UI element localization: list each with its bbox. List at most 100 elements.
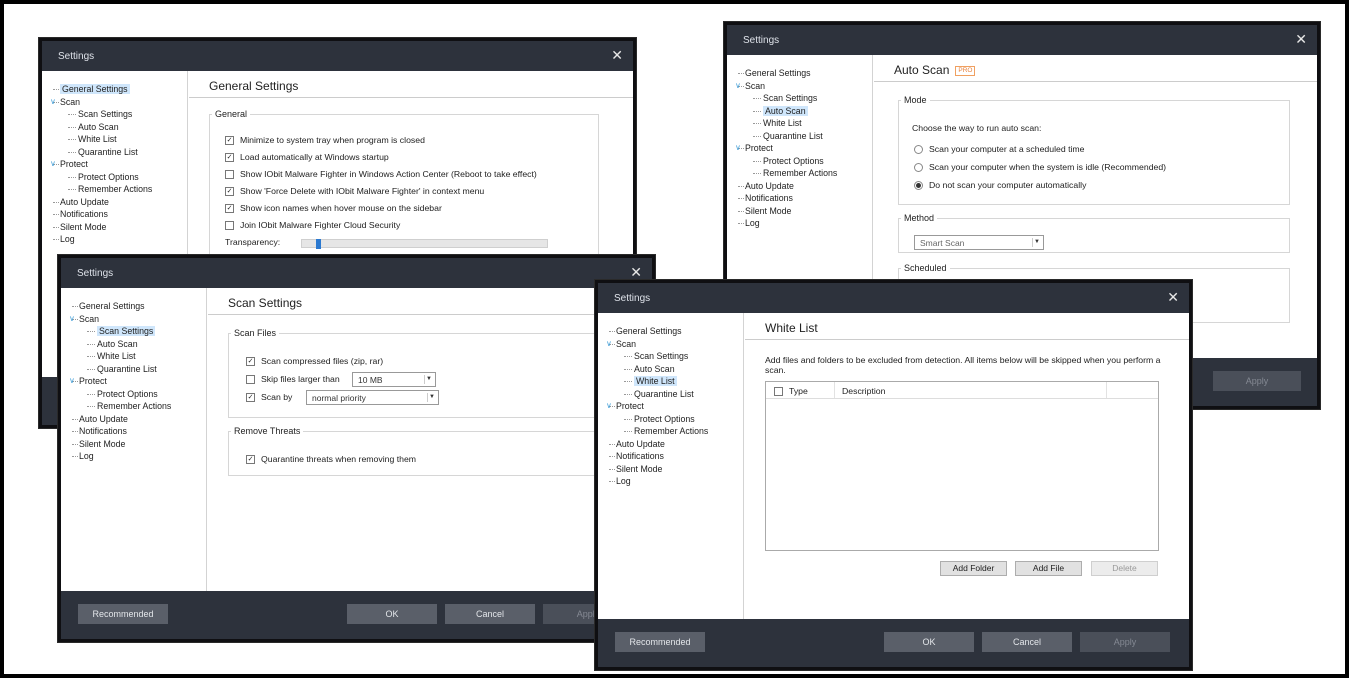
radio-button[interactable]: [914, 144, 923, 154]
checkbox[interactable]: ✓: [246, 392, 255, 402]
column-description[interactable]: Description: [842, 386, 885, 396]
tree-item-remember-actions[interactable]: Remember Actions: [735, 167, 837, 180]
column-type[interactable]: Type: [774, 386, 808, 396]
close-icon[interactable]: ✕: [611, 47, 623, 64]
checkbox[interactable]: [246, 374, 255, 384]
tree-item-auto-scan[interactable]: Auto Scan: [69, 338, 171, 351]
tree-item-quarantine-list[interactable]: Quarantine List: [735, 130, 837, 143]
option-scan-compressed[interactable]: ✓ Scan compressed files (zip, rar): [246, 356, 383, 366]
tree-item-scan[interactable]: ∨ Scan: [735, 80, 837, 93]
chevron-down-icon[interactable]: ∨: [735, 142, 741, 155]
tree-item-auto-update[interactable]: Auto Update: [69, 413, 171, 426]
chevron-down-icon[interactable]: ∨: [606, 338, 612, 351]
tree-item-quarantine-list[interactable]: Quarantine List: [69, 363, 171, 376]
mode-scheduled[interactable]: Scan your computer at a scheduled time: [914, 144, 1085, 154]
recommended-button[interactable]: Recommended: [78, 604, 168, 624]
tree-item-scan[interactable]: ∨ Scan: [69, 313, 171, 326]
tree-item-protect-options[interactable]: Protect Options: [69, 388, 171, 401]
tree-item-remember-actions[interactable]: Remember Actions: [606, 425, 708, 438]
tree-item-auto-update[interactable]: Auto Update: [50, 196, 152, 209]
checkbox[interactable]: ✓: [225, 203, 234, 213]
tree-item-general-settings[interactable]: General Settings: [50, 83, 152, 96]
white-list-table[interactable]: Type Description: [765, 381, 1159, 551]
tree-item-quarantine-list[interactable]: Quarantine List: [606, 388, 708, 401]
recommended-button[interactable]: Recommended: [615, 632, 705, 652]
tree-item-scan[interactable]: ∨ Scan: [606, 338, 708, 351]
close-icon[interactable]: ✕: [1295, 31, 1307, 48]
chevron-down-icon[interactable]: ∨: [50, 96, 56, 109]
option-quarantine-threats[interactable]: ✓ Quarantine threats when removing them: [246, 454, 416, 464]
tree-item-log[interactable]: Log: [735, 217, 837, 230]
cancel-button[interactable]: Cancel: [982, 632, 1072, 652]
tree-item-protect[interactable]: ∨ Protect: [735, 142, 837, 155]
apply-button[interactable]: Apply: [1213, 371, 1301, 391]
tree-item-scan[interactable]: ∨ Scan: [50, 96, 152, 109]
chevron-down-icon[interactable]: ∨: [69, 313, 75, 326]
tree-item-protect[interactable]: ∨ Protect: [50, 158, 152, 171]
select-all-checkbox[interactable]: [774, 386, 783, 396]
ok-button[interactable]: OK: [884, 632, 974, 652]
mode-never[interactable]: Do not scan your computer automatically: [914, 180, 1086, 190]
close-icon[interactable]: ✕: [1167, 289, 1179, 306]
tree-item-scan-settings[interactable]: Scan Settings: [606, 350, 708, 363]
tree-item-notifications[interactable]: Notifications: [69, 425, 171, 438]
tree-item-white-list[interactable]: White List: [69, 350, 171, 363]
checkbox[interactable]: ✓: [246, 454, 255, 464]
tree-item-silent-mode[interactable]: Silent Mode: [69, 438, 171, 451]
method-select[interactable]: Smart Scan ▼: [914, 235, 1044, 250]
option-action-center[interactable]: Show IObit Malware Fighter in Windows Ac…: [225, 169, 537, 179]
mode-idle[interactable]: Scan your computer when the system is id…: [914, 162, 1166, 172]
checkbox[interactable]: [225, 220, 234, 230]
chevron-down-icon[interactable]: ∨: [69, 375, 75, 388]
chevron-down-icon[interactable]: ▼: [424, 375, 433, 384]
delete-button[interactable]: Delete: [1091, 561, 1158, 576]
cancel-button[interactable]: Cancel: [445, 604, 535, 624]
chevron-down-icon[interactable]: ∨: [50, 158, 56, 171]
tree-item-protect[interactable]: ∨ Protect: [606, 400, 708, 413]
tree-item-log[interactable]: Log: [50, 233, 152, 246]
tree-item-log[interactable]: Log: [69, 450, 171, 463]
slider-thumb[interactable]: [316, 239, 321, 249]
option-icon-names[interactable]: ✓ Show icon names when hover mouse on the…: [225, 203, 442, 213]
tree-item-auto-update[interactable]: Auto Update: [735, 180, 837, 193]
tree-item-protect[interactable]: ∨ Protect: [69, 375, 171, 388]
close-icon[interactable]: ✕: [630, 264, 642, 281]
tree-item-white-list[interactable]: White List: [606, 375, 708, 388]
tree-item-silent-mode[interactable]: Silent Mode: [606, 463, 708, 476]
add-file-button[interactable]: Add File: [1015, 561, 1082, 576]
option-skip-larger[interactable]: Skip files larger than: [246, 374, 340, 384]
option-load-at-startup[interactable]: ✓ Load automatically at Windows startup: [225, 152, 389, 162]
tree-item-log[interactable]: Log: [606, 475, 708, 488]
tree-item-remember-actions[interactable]: Remember Actions: [69, 400, 171, 413]
checkbox[interactable]: ✓: [246, 356, 255, 366]
tree-item-scan-settings[interactable]: Scan Settings: [69, 325, 171, 338]
checkbox[interactable]: [225, 169, 234, 179]
chevron-down-icon[interactable]: ▼: [427, 393, 436, 402]
tree-item-auto-scan[interactable]: Auto Scan: [50, 121, 152, 134]
tree-item-scan-settings[interactable]: Scan Settings: [735, 92, 837, 105]
priority-select[interactable]: normal priority ▼: [306, 390, 439, 405]
transparency-slider[interactable]: [301, 239, 548, 249]
checkbox[interactable]: ✓: [225, 135, 234, 145]
ok-button[interactable]: OK: [347, 604, 437, 624]
apply-button[interactable]: Apply: [1080, 632, 1170, 652]
skip-size-select[interactable]: 10 MB ▼: [352, 372, 436, 387]
tree-item-scan-settings[interactable]: Scan Settings: [50, 108, 152, 121]
chevron-down-icon[interactable]: ∨: [606, 400, 612, 413]
tree-item-auto-update[interactable]: Auto Update: [606, 438, 708, 451]
tree-item-remember-actions[interactable]: Remember Actions: [50, 183, 152, 196]
tree-item-silent-mode[interactable]: Silent Mode: [735, 205, 837, 218]
tree-item-protect-options[interactable]: Protect Options: [606, 413, 708, 426]
tree-item-general-settings[interactable]: General Settings: [606, 325, 708, 338]
option-scan-by[interactable]: ✓ Scan by: [246, 392, 292, 402]
radio-button[interactable]: [914, 162, 923, 172]
tree-item-auto-scan[interactable]: Auto Scan: [735, 105, 837, 118]
checkbox[interactable]: ✓: [225, 186, 234, 196]
chevron-down-icon[interactable]: ∨: [735, 80, 741, 93]
option-minimize-tray[interactable]: ✓ Minimize to system tray when program is…: [225, 135, 425, 145]
tree-item-general-settings[interactable]: General Settings: [735, 67, 837, 80]
tree-item-quarantine-list[interactable]: Quarantine List: [50, 146, 152, 159]
tree-item-white-list[interactable]: White List: [50, 133, 152, 146]
tree-item-protect-options[interactable]: Protect Options: [50, 171, 152, 184]
tree-item-notifications[interactable]: Notifications: [735, 192, 837, 205]
